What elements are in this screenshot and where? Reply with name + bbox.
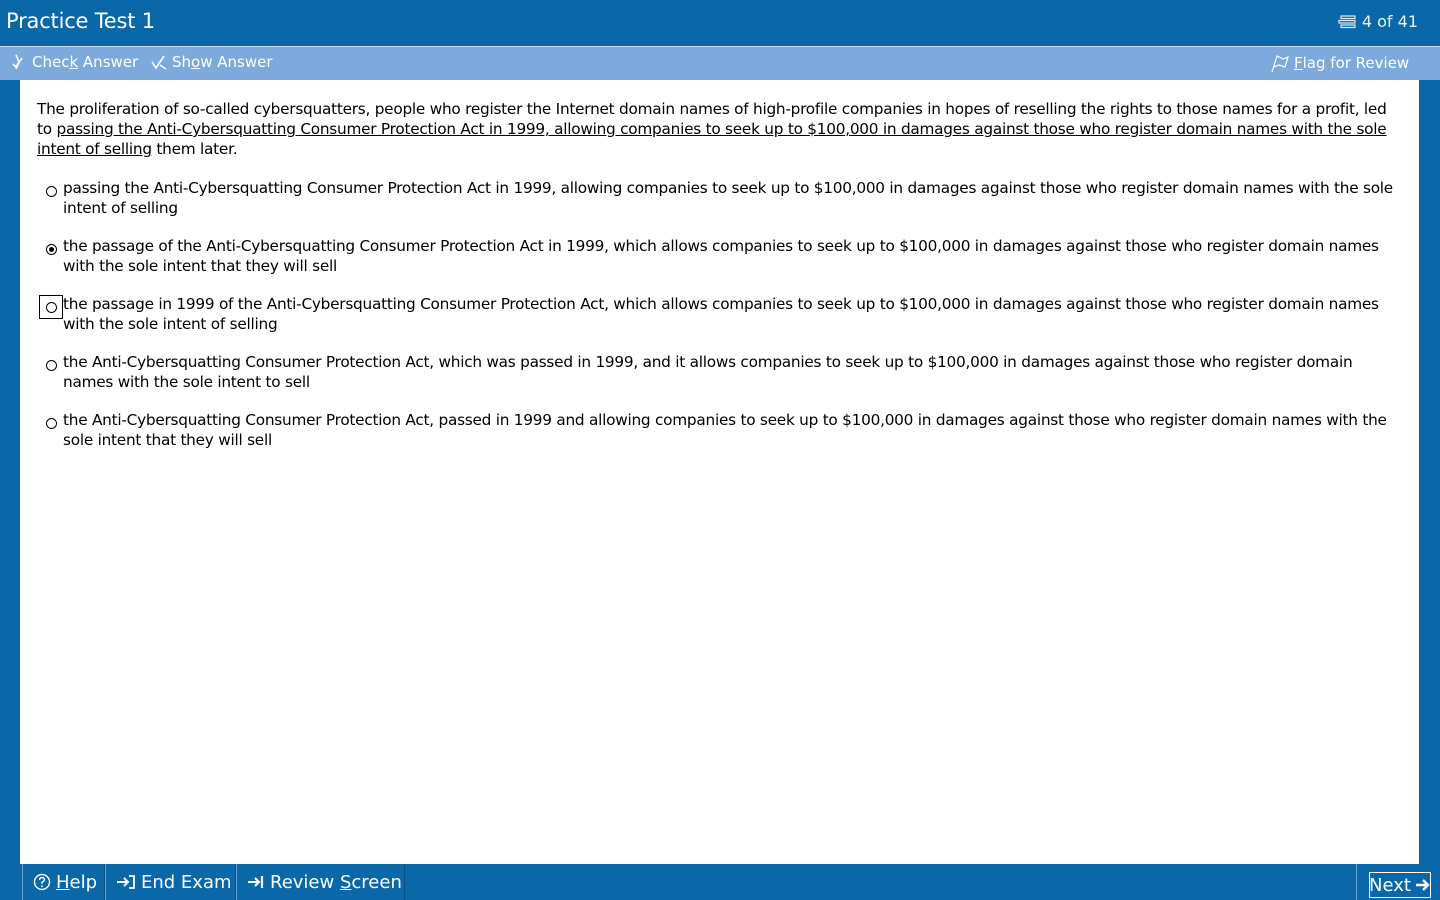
bottom-bar: Help End Exam Review Screen Next — [0, 864, 1440, 900]
title-bar: Practice Test 1 4 of 41 — [0, 0, 1440, 45]
check-answer-label: Check Answer — [32, 53, 139, 71]
window-title: Practice Test 1 — [6, 9, 155, 33]
question-list-icon — [1338, 14, 1358, 29]
review-screen-button[interactable]: Review Screen — [236, 864, 405, 900]
help-button[interactable]: Help — [22, 864, 105, 900]
toolbar: Check Answer Show Answer Flag for Review — [0, 46, 1440, 80]
check-answer-icon — [10, 53, 28, 71]
stem-text-after: them later. — [151, 140, 238, 158]
check-answer-button[interactable]: Check Answer — [10, 53, 138, 71]
flag-for-review-button[interactable]: Flag for Review — [1270, 53, 1409, 73]
radio-button[interactable] — [39, 411, 63, 435]
radio-selected-icon — [45, 243, 57, 255]
question-counter: 4 of 41 — [1338, 12, 1418, 31]
next-button[interactable]: Next — [1369, 872, 1431, 898]
answer-option-text: the passage in 1999 of the Anti-Cybersqu… — [63, 295, 1379, 333]
radio-circle-icon — [45, 359, 57, 371]
flag-icon — [1270, 53, 1290, 73]
answer-option-text: the passage of the Anti-Cybersquatting C… — [63, 237, 1379, 275]
divider — [1356, 864, 1357, 900]
help-label: Help — [56, 871, 98, 893]
radio-button[interactable] — [39, 179, 63, 203]
end-exam-label: End Exam — [141, 871, 232, 893]
question-stem: The proliferation of so-called cybersqua… — [37, 99, 1397, 159]
arrow-right-icon — [1415, 877, 1431, 893]
end-exam-button[interactable]: End Exam — [105, 864, 236, 900]
show-answer-label: Show Answer — [172, 53, 273, 71]
answer-option-text: the Anti-Cybersquatting Consumer Protect… — [63, 411, 1387, 449]
radio-button[interactable] — [39, 353, 63, 377]
answer-option-d[interactable]: the Anti-Cybersquatting Consumer Protect… — [40, 352, 1400, 392]
radio-button[interactable] — [39, 295, 63, 319]
help-circle-icon — [33, 873, 51, 891]
show-answer-icon — [150, 53, 168, 71]
radio-circle-icon — [45, 417, 57, 429]
radio-circle-icon — [45, 301, 57, 313]
review-screen-icon — [247, 874, 265, 890]
answer-option-c[interactable]: the passage in 1999 of the Anti-Cybersqu… — [39, 294, 1400, 334]
radio-circle-icon — [45, 185, 57, 197]
review-screen-label: Review Screen — [270, 871, 402, 893]
answer-option-b[interactable]: the passage of the Anti-Cybersquatting C… — [40, 236, 1400, 276]
radio-button[interactable] — [39, 237, 63, 261]
answer-option-text: passing the Anti-Cybersquatting Consumer… — [63, 179, 1393, 217]
question-counter-text: 4 of 41 — [1361, 12, 1418, 31]
answer-option-a[interactable]: passing the Anti-Cybersquatting Consumer… — [40, 178, 1400, 218]
stem-underlined-portion: passing the Anti-Cybersquatting Consumer… — [37, 120, 1387, 158]
end-exam-icon — [116, 874, 136, 890]
answer-option-e[interactable]: the Anti-Cybersquatting Consumer Protect… — [40, 410, 1400, 450]
show-answer-button[interactable]: Show Answer — [150, 53, 273, 71]
flag-for-review-label: Flag for Review — [1294, 54, 1410, 72]
answer-option-text: the Anti-Cybersquatting Consumer Protect… — [63, 353, 1353, 391]
next-label: Next — [1369, 874, 1411, 896]
question-panel: The proliferation of so-called cybersqua… — [20, 80, 1419, 864]
